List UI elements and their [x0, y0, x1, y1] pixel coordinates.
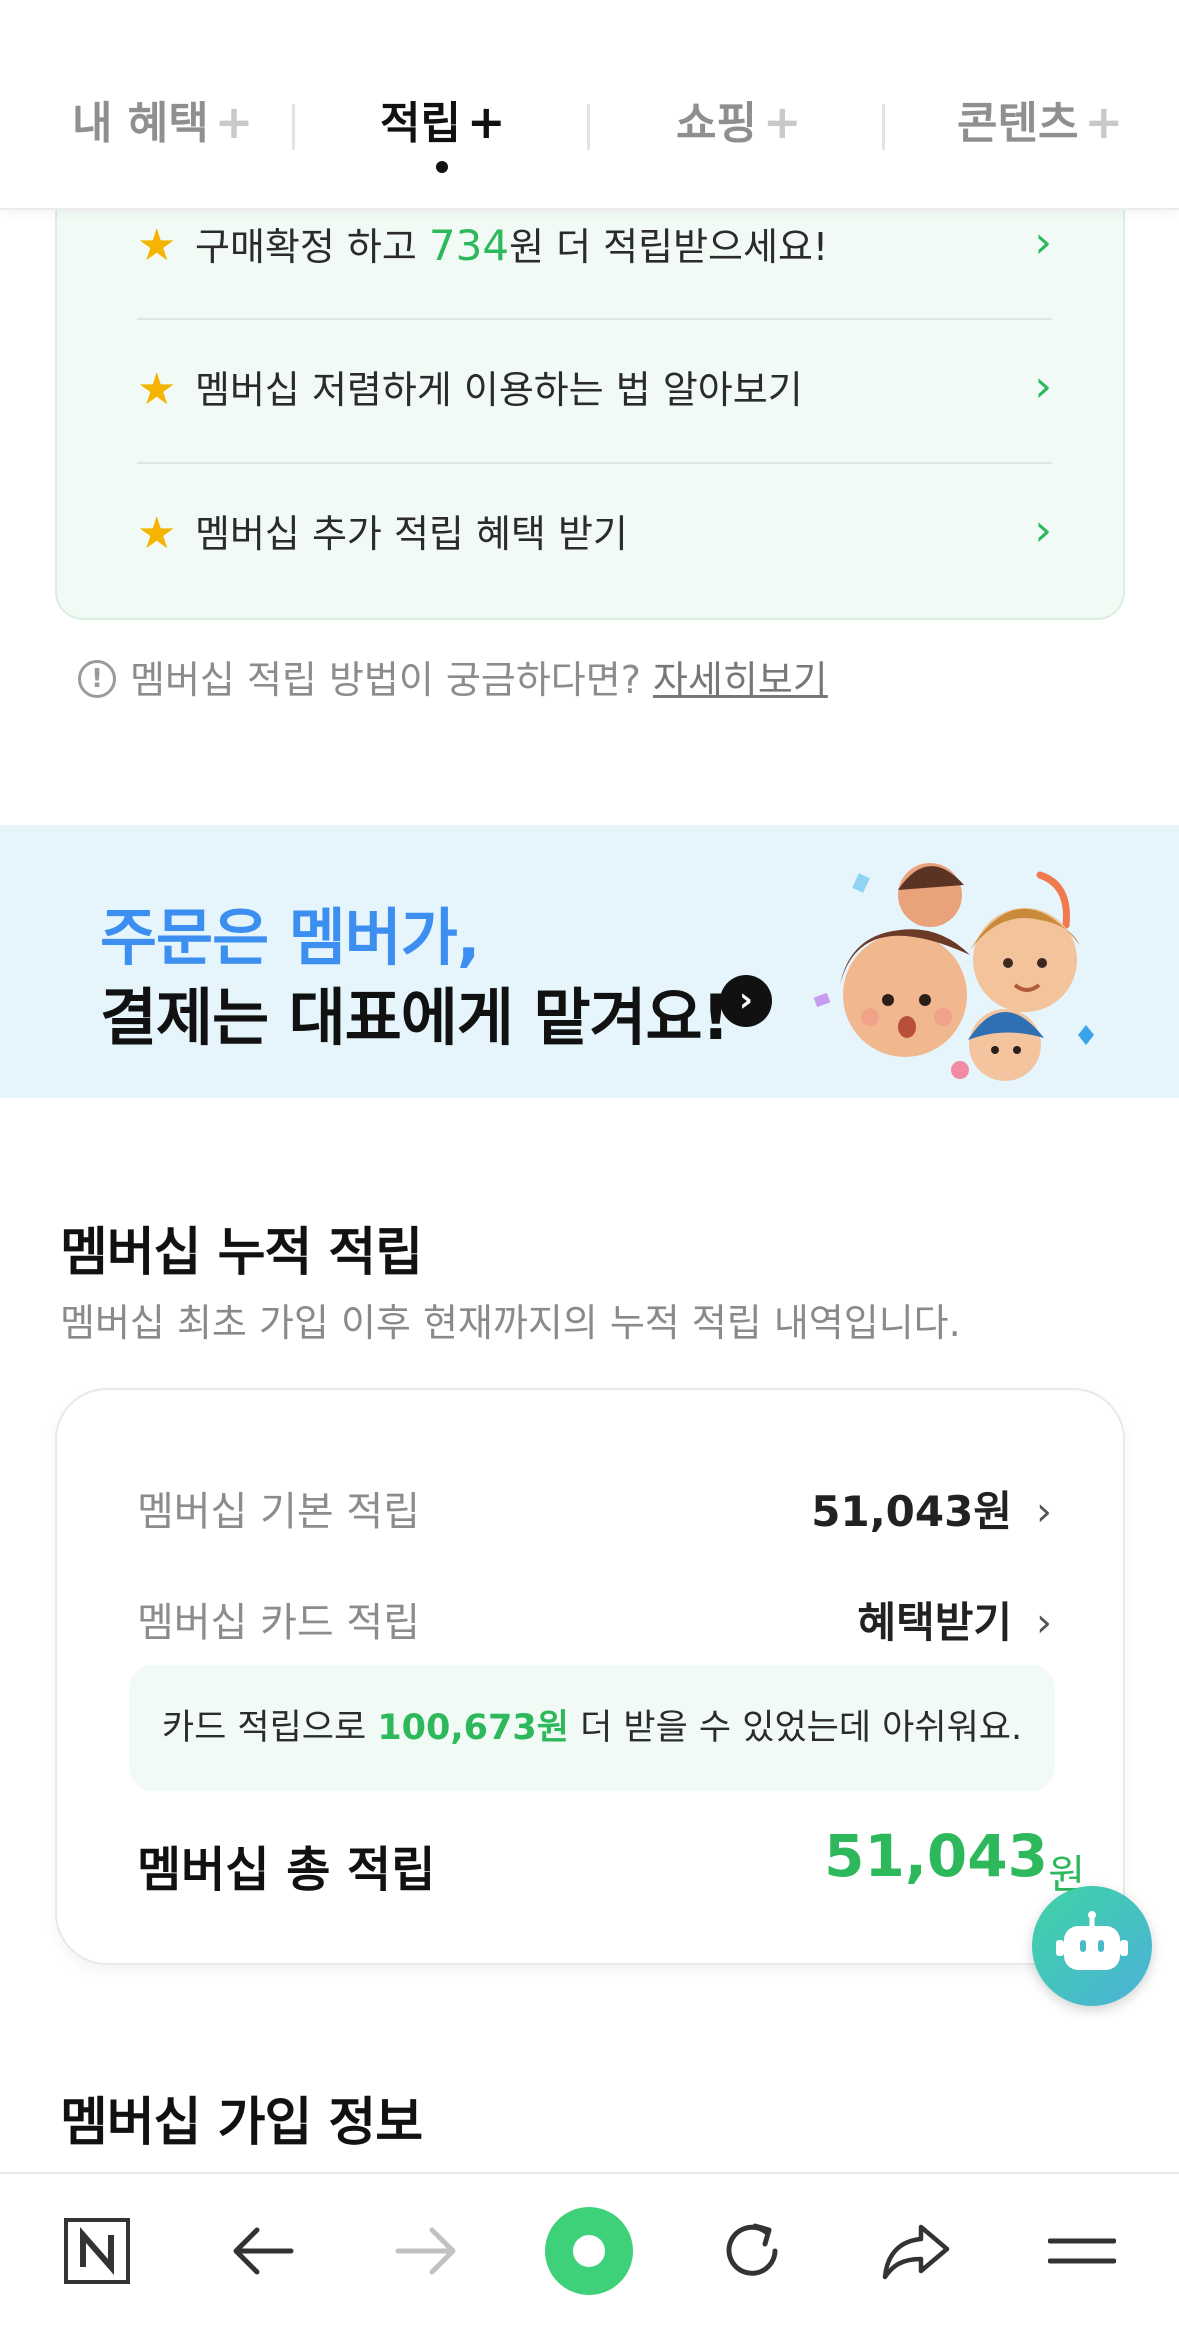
plus-icon: + [762, 95, 802, 149]
tab-label: 적립 [380, 98, 461, 149]
basic-accumulation-row[interactable]: 멤버십 기본 적립 51,043원 › [137, 1482, 1052, 1542]
card-accumulation-row[interactable]: 멤버십 카드 적립 혜택받기 › [137, 1593, 1052, 1653]
characters-illustration [813, 863, 1094, 1081]
accumulation-title: 멤버십 누적 적립 [60, 1223, 423, 1283]
tip-text: 구매확정 하고 734원 더 적립받으세요! [195, 221, 829, 270]
top-tab-bar: 내 혜택 + 적립 + 쇼핑 + 콘텐츠 + [0, 0, 1179, 210]
tip-text: 멤버십 추가 적립 혜택 받기 [195, 512, 628, 556]
star-icon: ★ [137, 364, 177, 415]
robot-icon [1056, 1911, 1128, 1970]
browser-toolbar [0, 2172, 1179, 2326]
forward-arrow-icon[interactable] [366, 2174, 486, 2326]
star-icon: ★ [137, 220, 177, 271]
tips-card: ★ 구매확정 하고 734원 더 적립받으세요! › ★ 멤버십 저렴하게 이용… [55, 150, 1125, 620]
accumulation-card: 멤버십 기본 적립 51,043원 › 멤버십 카드 적립 혜택받기 › 카드 … [55, 1388, 1125, 1965]
banner-subline: 결제는 대표에게 맡겨요! [100, 981, 730, 1054]
share-icon[interactable] [856, 2174, 976, 2326]
naver-home-icon[interactable] [37, 2174, 157, 2326]
signup-info-title: 멤버십 가입 정보 [60, 2093, 423, 2153]
help-line: ! 멤버십 적립 방법이 궁금하다면? 자세히보기 [78, 655, 828, 705]
tip-text: 멤버십 저렴하게 이용하는 법 알아보기 [195, 368, 803, 412]
chevron-right-icon: › [1034, 217, 1052, 268]
chevron-right-icon: › [1034, 505, 1052, 556]
missed-amount: 100,673원 [377, 1708, 569, 1748]
plus-icon: + [214, 95, 254, 149]
row-label: 멤버십 카드 적립 [137, 1600, 421, 1646]
total-value: 51,043 [824, 1822, 1048, 1890]
plus-icon: + [1084, 95, 1123, 149]
chevron-right-icon: › [1036, 1489, 1052, 1535]
tip-item-cheap-membership[interactable]: ★ 멤버십 저렴하게 이용하는 법 알아보기 › [137, 314, 1052, 458]
chevron-right-icon: › [1036, 1600, 1052, 1646]
tab-label: 내 혜택 [72, 98, 209, 149]
row-label: 멤버십 기본 적립 [137, 1489, 421, 1535]
tip-highlight-amount: 734 [428, 221, 510, 270]
tip-item-extra-benefit[interactable]: ★ 멤버십 추가 적립 혜택 받기 › [137, 458, 1052, 602]
plus-icon: + [466, 95, 506, 149]
menu-icon[interactable] [1022, 2174, 1142, 2326]
banner-headline: 주문은 멤버가, [100, 901, 480, 974]
row-value: 51,043원 [811, 1487, 1012, 1536]
tab-divider [882, 104, 885, 150]
chatbot-button[interactable] [1032, 1886, 1152, 2006]
tab-contents[interactable]: 콘텐츠 + [957, 92, 1123, 152]
back-arrow-icon[interactable] [203, 2174, 323, 2326]
tab-my-benefits[interactable]: 내 혜택 + [72, 92, 253, 152]
total-label: 멤버십 총 적립 [137, 1842, 436, 1898]
tab-label: 쇼핑 [676, 98, 757, 149]
refresh-icon[interactable] [692, 2174, 812, 2326]
tab-divider [292, 104, 295, 150]
details-link[interactable]: 자세히보기 [653, 658, 828, 702]
row-value: 혜택받기 [857, 1598, 1012, 1647]
active-tab-indicator [436, 161, 448, 173]
chevron-right-icon: › [1034, 361, 1052, 412]
star-icon: ★ [137, 508, 177, 559]
help-text: 멤버십 적립 방법이 궁금하다면? [130, 658, 653, 702]
accumulation-subtitle: 멤버십 최초 가입 이후 현재까지의 누적 적립 내역입니다. [60, 1301, 961, 1345]
tab-shopping[interactable]: 쇼핑 + [676, 92, 802, 152]
tab-accumulation[interactable]: 적립 + [380, 92, 506, 152]
promo-banner[interactable]: 주문은 멤버가, 결제는 대표에게 맡겨요! › [0, 825, 1179, 1098]
tab-label: 콘텐츠 [957, 98, 1079, 149]
tab-divider [587, 104, 590, 150]
card-notice: 카드 적립으로 100,673원 더 받을 수 있었는데 아쉬워요. [129, 1665, 1055, 1791]
arrow-right-circle-icon: › [720, 975, 772, 1027]
info-icon: ! [78, 659, 116, 698]
green-dot-icon[interactable] [529, 2174, 649, 2326]
